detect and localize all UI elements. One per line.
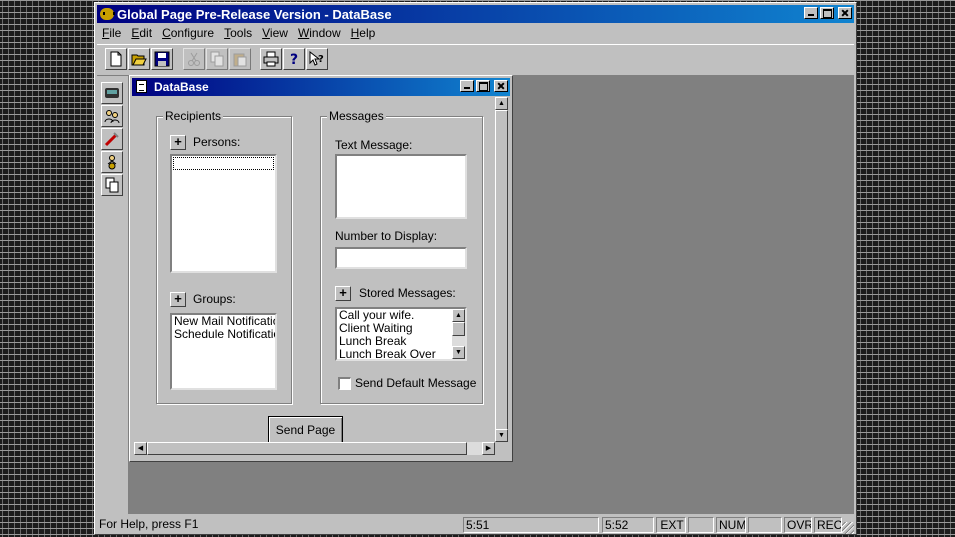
status-help: For Help, press F1 <box>99 517 199 531</box>
scroll-corner <box>495 442 508 455</box>
context-help-icon[interactable]: ? <box>306 48 328 70</box>
menu-tools[interactable]: Tools <box>219 24 257 42</box>
resize-grip[interactable] <box>842 522 854 534</box>
child-scroll-up-icon[interactable]: ▲ <box>495 97 508 110</box>
status-rec: REC <box>814 517 842 533</box>
status-time-2: 5:52 <box>602 517 654 533</box>
stored-messages-scrollbar[interactable]: ▲ ▼ <box>452 309 465 359</box>
child-hscroll-thumb[interactable] <box>147 442 467 455</box>
copy-pages-icon[interactable] <box>101 174 123 196</box>
document-icon[interactable] <box>136 80 147 93</box>
cut-icon[interactable] <box>183 48 205 70</box>
minimize-button[interactable] <box>804 7 818 19</box>
menu-configure[interactable]: Configure <box>157 24 219 42</box>
child-vscroll-thumb[interactable] <box>495 110 508 430</box>
add-stored-message-button[interactable]: + <box>335 286 351 301</box>
child-title-bar[interactable]: DataBase <box>132 78 510 96</box>
status-ext: EXT <box>656 517 686 533</box>
number-to-display-field[interactable] <box>335 247 467 269</box>
child-vertical-scrollbar[interactable]: ▲ ▼ <box>495 97 508 442</box>
menu-window[interactable]: Window <box>293 24 346 42</box>
tools-icon[interactable] <box>101 128 123 150</box>
copy-icon[interactable] <box>206 48 228 70</box>
status-blank-1 <box>688 517 714 533</box>
send-page-label: Send Page <box>275 423 336 437</box>
groups-list[interactable]: New Mail Notification Schedule Notificat… <box>170 313 277 390</box>
child-horizontal-scrollbar[interactable]: ◀ ▶ <box>134 442 495 455</box>
menu-help[interactable]: Help <box>346 24 381 42</box>
close-button[interactable] <box>838 7 852 19</box>
send-default-message-checkbox[interactable] <box>338 377 351 390</box>
text-message-field[interactable] <box>335 154 467 219</box>
list-item[interactable]: Lunch Break Over <box>337 348 465 360</box>
menu-file[interactable]: File <box>97 24 126 42</box>
status-blank-2 <box>748 517 782 533</box>
messages-legend: Messages <box>327 109 386 123</box>
child-scroll-right-icon[interactable]: ▶ <box>482 442 495 455</box>
list-item[interactable]: Schedule Notification <box>172 328 275 341</box>
number-to-display-label: Number to Display: <box>335 229 438 243</box>
child-scroll-left-icon[interactable]: ◀ <box>134 442 147 455</box>
child-maximize-button[interactable] <box>476 80 490 92</box>
paste-icon[interactable] <box>229 48 251 70</box>
main-title-bar[interactable]: Global Page Pre-Release Version - DataBa… <box>97 5 854 23</box>
print-icon[interactable] <box>260 48 282 70</box>
svg-text:?: ? <box>318 54 324 65</box>
status-ovr: OVR <box>784 517 812 533</box>
person-icon[interactable] <box>101 151 123 173</box>
help-icon[interactable]: ? <box>283 48 305 70</box>
child-title: DataBase <box>154 80 209 94</box>
svg-text:?: ? <box>290 52 298 67</box>
toolbar: ? ? <box>97 44 854 76</box>
database-window: DataBase Recipients + Persons: + Groups:… <box>129 75 513 462</box>
send-default-message-label: Send Default Message <box>355 376 477 390</box>
add-person-button[interactable]: + <box>170 135 186 150</box>
app-icon[interactable] <box>100 8 115 20</box>
stored-messages-list[interactable]: Call your wife. Client Waiting Lunch Bre… <box>335 307 467 361</box>
save-icon[interactable] <box>151 48 173 70</box>
stored-messages-label: Stored Messages: <box>359 286 456 300</box>
menu-bar: File Edit Configure Tools View Window He… <box>97 24 854 42</box>
left-toolbar <box>97 76 129 514</box>
groups-label: Groups: <box>193 292 236 306</box>
child-close-button[interactable] <box>494 80 508 92</box>
child-scroll-down-icon[interactable]: ▼ <box>495 429 508 442</box>
scroll-up-icon[interactable]: ▲ <box>452 309 465 322</box>
recipients-legend: Recipients <box>163 109 224 123</box>
scroll-down-icon[interactable]: ▼ <box>452 346 465 359</box>
open-icon[interactable] <box>128 48 150 70</box>
pager-icon[interactable] <box>101 82 123 104</box>
status-num: NUM <box>716 517 746 533</box>
persons-focus-row[interactable] <box>173 157 274 170</box>
send-page-button[interactable]: Send Page <box>268 416 343 444</box>
status-bar: For Help, press F1 5:51 5:52 EXT NUM OVR… <box>97 515 854 534</box>
persons-list[interactable] <box>170 154 277 273</box>
new-icon[interactable] <box>105 48 127 70</box>
scroll-thumb[interactable] <box>452 322 465 336</box>
add-group-button[interactable]: + <box>170 292 186 307</box>
status-time-1: 5:51 <box>463 517 599 533</box>
maximize-button[interactable] <box>820 7 834 19</box>
menu-edit[interactable]: Edit <box>126 24 157 42</box>
window-title: Global Page Pre-Release Version - DataBa… <box>117 7 392 22</box>
child-minimize-button[interactable] <box>460 80 474 92</box>
persons-label: Persons: <box>193 135 241 149</box>
text-message-label: Text Message: <box>335 138 413 152</box>
menu-view[interactable]: View <box>257 24 293 42</box>
persons-icon[interactable] <box>101 105 123 127</box>
